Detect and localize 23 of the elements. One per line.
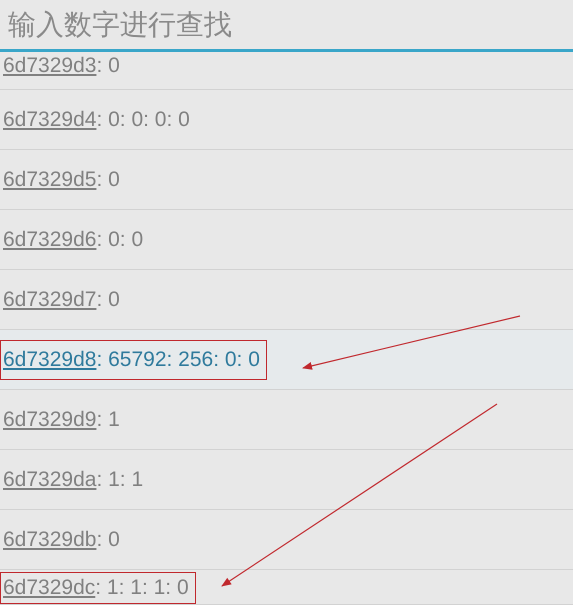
row-values: : 0: 0 [96, 226, 144, 252]
row-key-link[interactable]: 6d7329dc [3, 575, 96, 601]
row-values: : 1: 1: 1: 0 [95, 575, 189, 601]
row-values: : 65792: 256: 0: 0 [96, 346, 260, 372]
row-values: : 0 [96, 286, 120, 312]
row-values: : 1: 1 [96, 466, 144, 492]
row-values: : 0 [96, 166, 120, 192]
row-key-link[interactable]: 6d7329d9 [3, 406, 96, 432]
row-key-link[interactable]: 6d7329d5 [3, 166, 96, 192]
row-key-link[interactable]: 6d7329da [3, 466, 96, 492]
row-values: : 0 [96, 526, 120, 552]
row-values: : 1 [96, 406, 120, 432]
list-row[interactable]: 6d7329d8: 65792: 256: 0: 0 [0, 330, 573, 390]
list-row[interactable]: 6d7329dc: 1: 1: 1: 0 [0, 570, 573, 605]
row-key-link[interactable]: 6d7329d4 [3, 106, 96, 132]
row-key-link[interactable]: 6d7329d8 [3, 346, 96, 372]
row-key-link[interactable]: 6d7329d7 [3, 286, 96, 312]
row-key-link[interactable]: 6d7329d3 [3, 53, 96, 79]
row-key-link[interactable]: 6d7329d6 [3, 226, 96, 252]
row-values: : 0 [96, 53, 120, 79]
row-key-link[interactable]: 6d7329db [3, 526, 96, 552]
row-values: : 0: 0: 0: 0 [96, 106, 190, 132]
search-field[interactable]: 输入数字进行查找 [8, 2, 565, 46]
